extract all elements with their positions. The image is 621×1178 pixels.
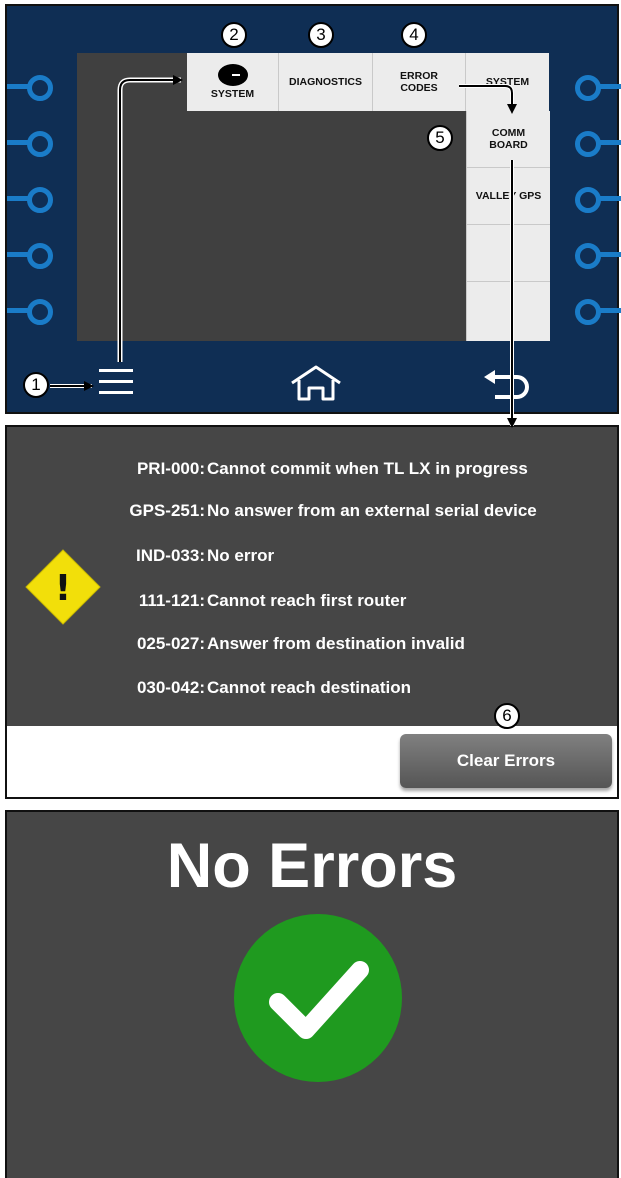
tab-error-codes[interactable]: ERROR CODES xyxy=(373,53,466,111)
error-message: No answer from an external serial device xyxy=(207,501,537,520)
clear-errors-button[interactable]: Clear Errors xyxy=(400,734,612,788)
warning-glyph: ! xyxy=(55,568,71,609)
error-message: No error xyxy=(207,546,275,565)
error-action-bar: Clear Errors xyxy=(7,726,617,797)
menu-item-valley-gps[interactable]: VALLEY GPS xyxy=(467,168,550,225)
error-row: 030-042: Cannot reach destination xyxy=(7,678,617,702)
error-row: GPS-251: No answer from an external seri… xyxy=(7,501,617,525)
tab-error-codes-line1: ERROR xyxy=(400,70,438,82)
error-code: PRI-000: xyxy=(136,459,205,478)
tab-system-submenu-label: SYSTEM xyxy=(485,76,530,88)
warning-diamond-icon: ! xyxy=(25,549,101,625)
error-code: 111-121: xyxy=(138,591,205,610)
valley-gps-label: VALLEY GPS xyxy=(475,190,542,202)
tab-system-submenu[interactable]: SYSTEM xyxy=(466,53,549,111)
hamburger-menu-icon[interactable] xyxy=(97,366,137,398)
error-message: Answer from destination invalid xyxy=(207,634,465,653)
comm-board-line2: BOARD xyxy=(489,139,528,151)
menu-item-empty xyxy=(467,282,550,339)
tab-system[interactable]: SYSTEM xyxy=(187,53,279,111)
error-message: Cannot reach destination xyxy=(207,678,412,697)
no-errors-panel: No Errors xyxy=(5,810,619,1178)
green-checkmark-icon xyxy=(234,914,402,1082)
error-code: GPS-251: xyxy=(129,501,205,520)
error-code: IND-033: xyxy=(136,546,205,565)
system-icon xyxy=(217,64,248,86)
tab-system-label: SYSTEM xyxy=(210,88,255,100)
display-screen-panel: SYSTEM DIAGNOSTICS ERROR CODES SYSTEM CO… xyxy=(5,4,621,414)
menu-item-empty xyxy=(467,225,550,282)
error-code: 025-027: xyxy=(136,634,205,653)
home-icon[interactable] xyxy=(289,364,343,402)
callout-6: 6 xyxy=(494,703,520,729)
callout-5: 5 xyxy=(427,125,453,151)
error-codes-panel: PRI-000: Cannot commit when TL LX in pro… xyxy=(5,425,619,799)
tab-diagnostics-label: DIAGNOSTICS xyxy=(289,76,362,88)
error-message: Cannot reach first router xyxy=(207,591,407,610)
comm-board-line1: COMM xyxy=(491,127,526,139)
no-errors-title: No Errors xyxy=(166,831,458,901)
callout-3: 3 xyxy=(308,22,334,48)
tab-diagnostics[interactable]: DIAGNOSTICS xyxy=(279,53,373,111)
callout-2: 2 xyxy=(221,22,247,48)
error-row: 025-027: Answer from destination invalid xyxy=(7,634,617,658)
top-menu-bar: SYSTEM DIAGNOSTICS ERROR CODES SYSTEM xyxy=(187,53,549,111)
tab-error-codes-line2: CODES xyxy=(400,82,438,94)
callout-1: 1 xyxy=(23,372,49,398)
side-submenu: COMM BOARD VALLEY GPS xyxy=(466,111,550,341)
error-row: PRI-000: Cannot commit when TL LX in pro… xyxy=(7,459,617,483)
menu-item-comm-board[interactable]: COMM BOARD xyxy=(467,111,550,168)
error-code: 030-042: xyxy=(136,678,205,697)
error-message: Cannot commit when TL LX in progress xyxy=(207,459,528,478)
callout-4: 4 xyxy=(401,22,427,48)
back-arrow-icon[interactable] xyxy=(481,368,531,402)
